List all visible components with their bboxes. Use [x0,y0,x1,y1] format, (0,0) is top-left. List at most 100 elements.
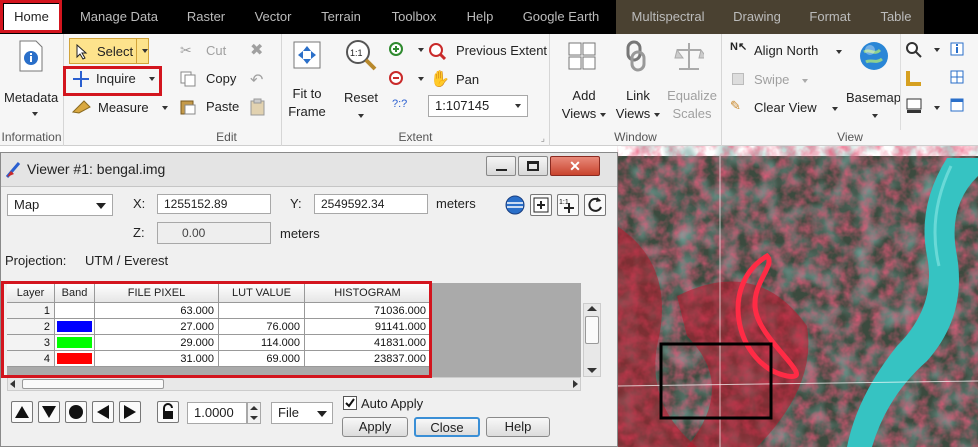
refresh-button[interactable] [584,194,606,216]
horizontal-scroll-thumb[interactable] [22,379,164,389]
paste-button[interactable]: Paste [176,97,240,117]
tab-terrain[interactable]: Terrain [312,4,370,30]
scroll-down-icon[interactable] [587,368,597,373]
tab-multispectral[interactable]: Multispectral [622,4,714,30]
move-right-button[interactable] [119,401,141,423]
layer-color-icon[interactable] [906,98,922,114]
globe-sync-icon[interactable] [504,194,526,216]
window-icon[interactable] [950,98,964,112]
column-header[interactable]: HISTOGRAM [305,283,431,303]
circle-icon [69,405,83,419]
delete-icon[interactable]: ✖ [250,40,263,60]
zoom-in-icon[interactable] [388,41,406,59]
column-header[interactable]: LUT VALUE [219,283,305,303]
chevron-down-icon [162,106,168,110]
viewer-dialog: Viewer #1: bengal.img ✕ Map X: 1255152.8… [0,152,618,447]
viewer-title: Viewer #1: bengal.img [27,161,166,177]
inquire-help-icon[interactable]: ?:? [392,98,407,110]
tab-toolbox[interactable]: Toolbox [382,4,446,30]
add-views-button[interactable]: Add Views [558,88,610,128]
align-north-button[interactable]: N↖ Align North [728,40,842,62]
close-button[interactable]: Close [414,417,480,437]
tab-google-earth[interactable]: Google Earth [514,4,608,30]
next-layer-button[interactable] [38,401,60,423]
cut-button[interactable]: ✂ Cut [176,41,236,61]
previous-extent-button[interactable]: Previous Extent [428,40,548,62]
file-menu-dropdown[interactable]: File [271,402,333,424]
spin-down-icon[interactable] [250,416,258,420]
swipe-button[interactable]: Swipe [728,69,808,91]
scroll-right-icon[interactable] [573,380,578,388]
equalize-scales-button[interactable]: Equalize Scales [664,88,720,128]
tab-vector[interactable]: Vector [246,4,300,30]
tab-help[interactable]: Help [458,4,502,30]
tab-drawing[interactable]: Drawing [726,4,788,30]
map-view[interactable] [617,146,978,447]
lock-button[interactable] [157,401,179,423]
pan-button[interactable]: ✋ Pan [428,69,488,91]
close-window-button[interactable]: ✕ [550,156,600,176]
auto-apply-checkbox[interactable] [343,396,357,410]
vertical-scroll-thumb[interactable] [585,316,599,344]
measure-l-icon[interactable] [906,70,922,86]
coord-type-select[interactable]: Map [7,194,113,216]
step-spinner[interactable] [247,402,261,424]
help-button[interactable]: Help [486,417,550,437]
column-header[interactable]: Band [55,283,95,303]
column-header[interactable]: Layer [7,283,55,303]
clipboard-icon[interactable] [250,98,266,116]
copy-button[interactable]: Copy [176,69,240,89]
search-icon[interactable] [906,42,922,58]
inquire-button[interactable]: Inquire [66,67,160,91]
measure-button[interactable]: Measure [66,96,170,120]
tab-manage-data[interactable]: Manage Data [72,4,166,30]
x-coordinate-field[interactable]: 1255152.89 [157,194,271,214]
info-icon[interactable] [950,42,964,56]
chevron-down-icon [358,114,364,118]
group-information: Metadata Information [0,34,64,146]
chevron-down-icon [317,411,327,417]
close-icon: ✕ [569,158,581,174]
chevron-down-icon [32,112,38,116]
fit-to-frame-button[interactable]: Fit to Frame [282,86,332,126]
zoom-add-button[interactable]: 1:1 [557,194,579,216]
reset-button[interactable]: Reset [344,90,378,105]
move-left-button[interactable] [92,401,114,423]
scale-dropdown[interactable]: 1:107145 [428,95,528,117]
triangle-left-icon [97,405,109,419]
center-button[interactable] [65,401,87,423]
dialog-launcher-icon[interactable]: ⌟ [541,133,545,144]
select-button[interactable]: Select [69,38,149,64]
tab-table[interactable]: Table [872,4,920,30]
tab-raster[interactable]: Raster [178,4,234,30]
step-value-field[interactable]: 1.0000 [187,402,247,424]
spin-up-icon[interactable] [250,406,258,410]
tab-home[interactable]: Home [4,4,59,30]
previous-layer-button[interactable] [11,401,33,423]
group-label: Extent [398,130,433,144]
scroll-up-icon[interactable] [587,306,597,311]
chevron-down-icon [654,112,661,117]
apply-button[interactable]: Apply [342,417,408,437]
minimize-button[interactable] [486,156,516,176]
zoom-out-icon[interactable] [388,70,406,88]
viewer-title-bar[interactable]: Viewer #1: bengal.img ✕ [1,153,617,187]
add-point-button[interactable] [530,194,552,216]
group-label: View [837,130,863,144]
chevron-down-icon [600,112,607,117]
grid-icon[interactable] [950,70,964,84]
basemap-button[interactable]: Basemap [846,90,901,105]
link-views-button[interactable]: Link Views [612,88,664,128]
scroll-left-icon[interactable] [10,380,15,388]
undo-icon[interactable]: ↶ [250,70,263,90]
table-vertical-scrollbar[interactable] [583,303,601,377]
table-cell: 114.000 [219,335,305,351]
table-horizontal-scrollbar[interactable] [7,377,581,391]
scissors-icon: ✂ [180,42,192,58]
y-coordinate-field[interactable]: 2549592.34 [314,194,428,214]
column-header[interactable]: FILE PIXEL [95,283,219,303]
metadata-button[interactable]: Metadata [4,90,58,105]
maximize-button[interactable] [518,156,548,176]
tab-format[interactable]: Format [800,4,860,30]
clear-view-button[interactable]: ✎ Clear View [728,97,838,119]
